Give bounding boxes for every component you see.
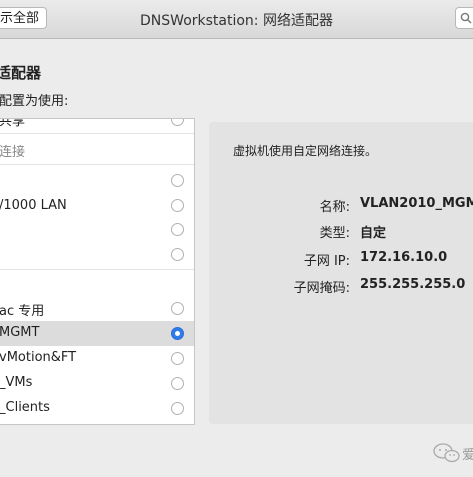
divider xyxy=(0,164,194,165)
type-value: 自定 xyxy=(360,226,387,241)
list-item-vms[interactable]: _VMs xyxy=(0,371,194,396)
name-label: 名称: xyxy=(319,200,350,215)
list-item-radio[interactable] xyxy=(171,199,184,212)
list-item-radio[interactable] xyxy=(171,174,184,187)
subnet-ip-label: 子网 IP: xyxy=(303,254,350,269)
list-item-vmotion[interactable]: vMotion&FT xyxy=(0,346,194,371)
section-label: 连接 xyxy=(0,145,26,160)
configure-label: 配置为使用: xyxy=(0,94,69,109)
type-label: 类型: xyxy=(319,226,350,241)
list-item-mgmt[interactable]: MGMT xyxy=(0,321,194,346)
list-item-mac-private[interactable]: ac 专用 xyxy=(0,297,194,321)
search-icon xyxy=(460,12,472,24)
divider xyxy=(0,133,194,134)
list-item-radio[interactable] xyxy=(171,223,184,236)
watermark-text: 爱 xyxy=(462,448,473,463)
title-bar: 示全部 DNSWorkstation: 网络适配器 xyxy=(0,0,473,39)
network-list[interactable]: 共享 连接 /1000 LAN ac 专用 MGMT vMotion&FT _V… xyxy=(0,118,195,425)
list-item-radio[interactable] xyxy=(171,402,184,415)
list-item[interactable] xyxy=(0,219,194,241)
name-value: VLAN2010_MGMT xyxy=(360,196,473,211)
list-item-label: _Clients xyxy=(0,400,50,415)
list-item-clients[interactable]: _Clients xyxy=(0,396,194,421)
section-connect: 连接 xyxy=(0,141,194,161)
list-item-radio[interactable] xyxy=(171,302,184,315)
detail-description: 虚拟机使用自定网络连接。 xyxy=(233,144,378,158)
subnet-mask-value: 255.255.255.0 xyxy=(360,277,466,292)
list-item-radio-selected[interactable] xyxy=(171,327,184,340)
list-item[interactable] xyxy=(0,244,194,266)
subnet-mask-label: 子网掩码: xyxy=(293,281,350,296)
list-item-share[interactable]: 共享 xyxy=(0,118,194,129)
window-title: DNSWorkstation: 网络适配器 xyxy=(140,13,333,29)
wechat-icon xyxy=(433,443,460,463)
list-item[interactable] xyxy=(0,170,194,192)
detail-panel xyxy=(209,122,473,424)
list-item[interactable]: /1000 LAN xyxy=(0,195,194,217)
list-item-label: 共享 xyxy=(0,118,26,129)
list-item-radio[interactable] xyxy=(171,248,184,261)
list-item-radio[interactable] xyxy=(171,119,184,126)
search-field[interactable] xyxy=(455,7,473,29)
subnet-ip-value: 172.16.10.0 xyxy=(360,250,448,265)
list-item-label: MGMT xyxy=(0,325,40,340)
list-item-label: /1000 LAN xyxy=(0,198,67,213)
list-item-label: ac 专用 xyxy=(0,304,45,319)
list-item-label: vMotion&FT xyxy=(0,350,77,365)
divider xyxy=(0,269,194,270)
list-item-radio[interactable] xyxy=(171,377,184,390)
list-item-label: _VMs xyxy=(0,375,33,390)
list-item-radio[interactable] xyxy=(171,352,184,365)
page-title: 适配器 xyxy=(0,64,42,82)
